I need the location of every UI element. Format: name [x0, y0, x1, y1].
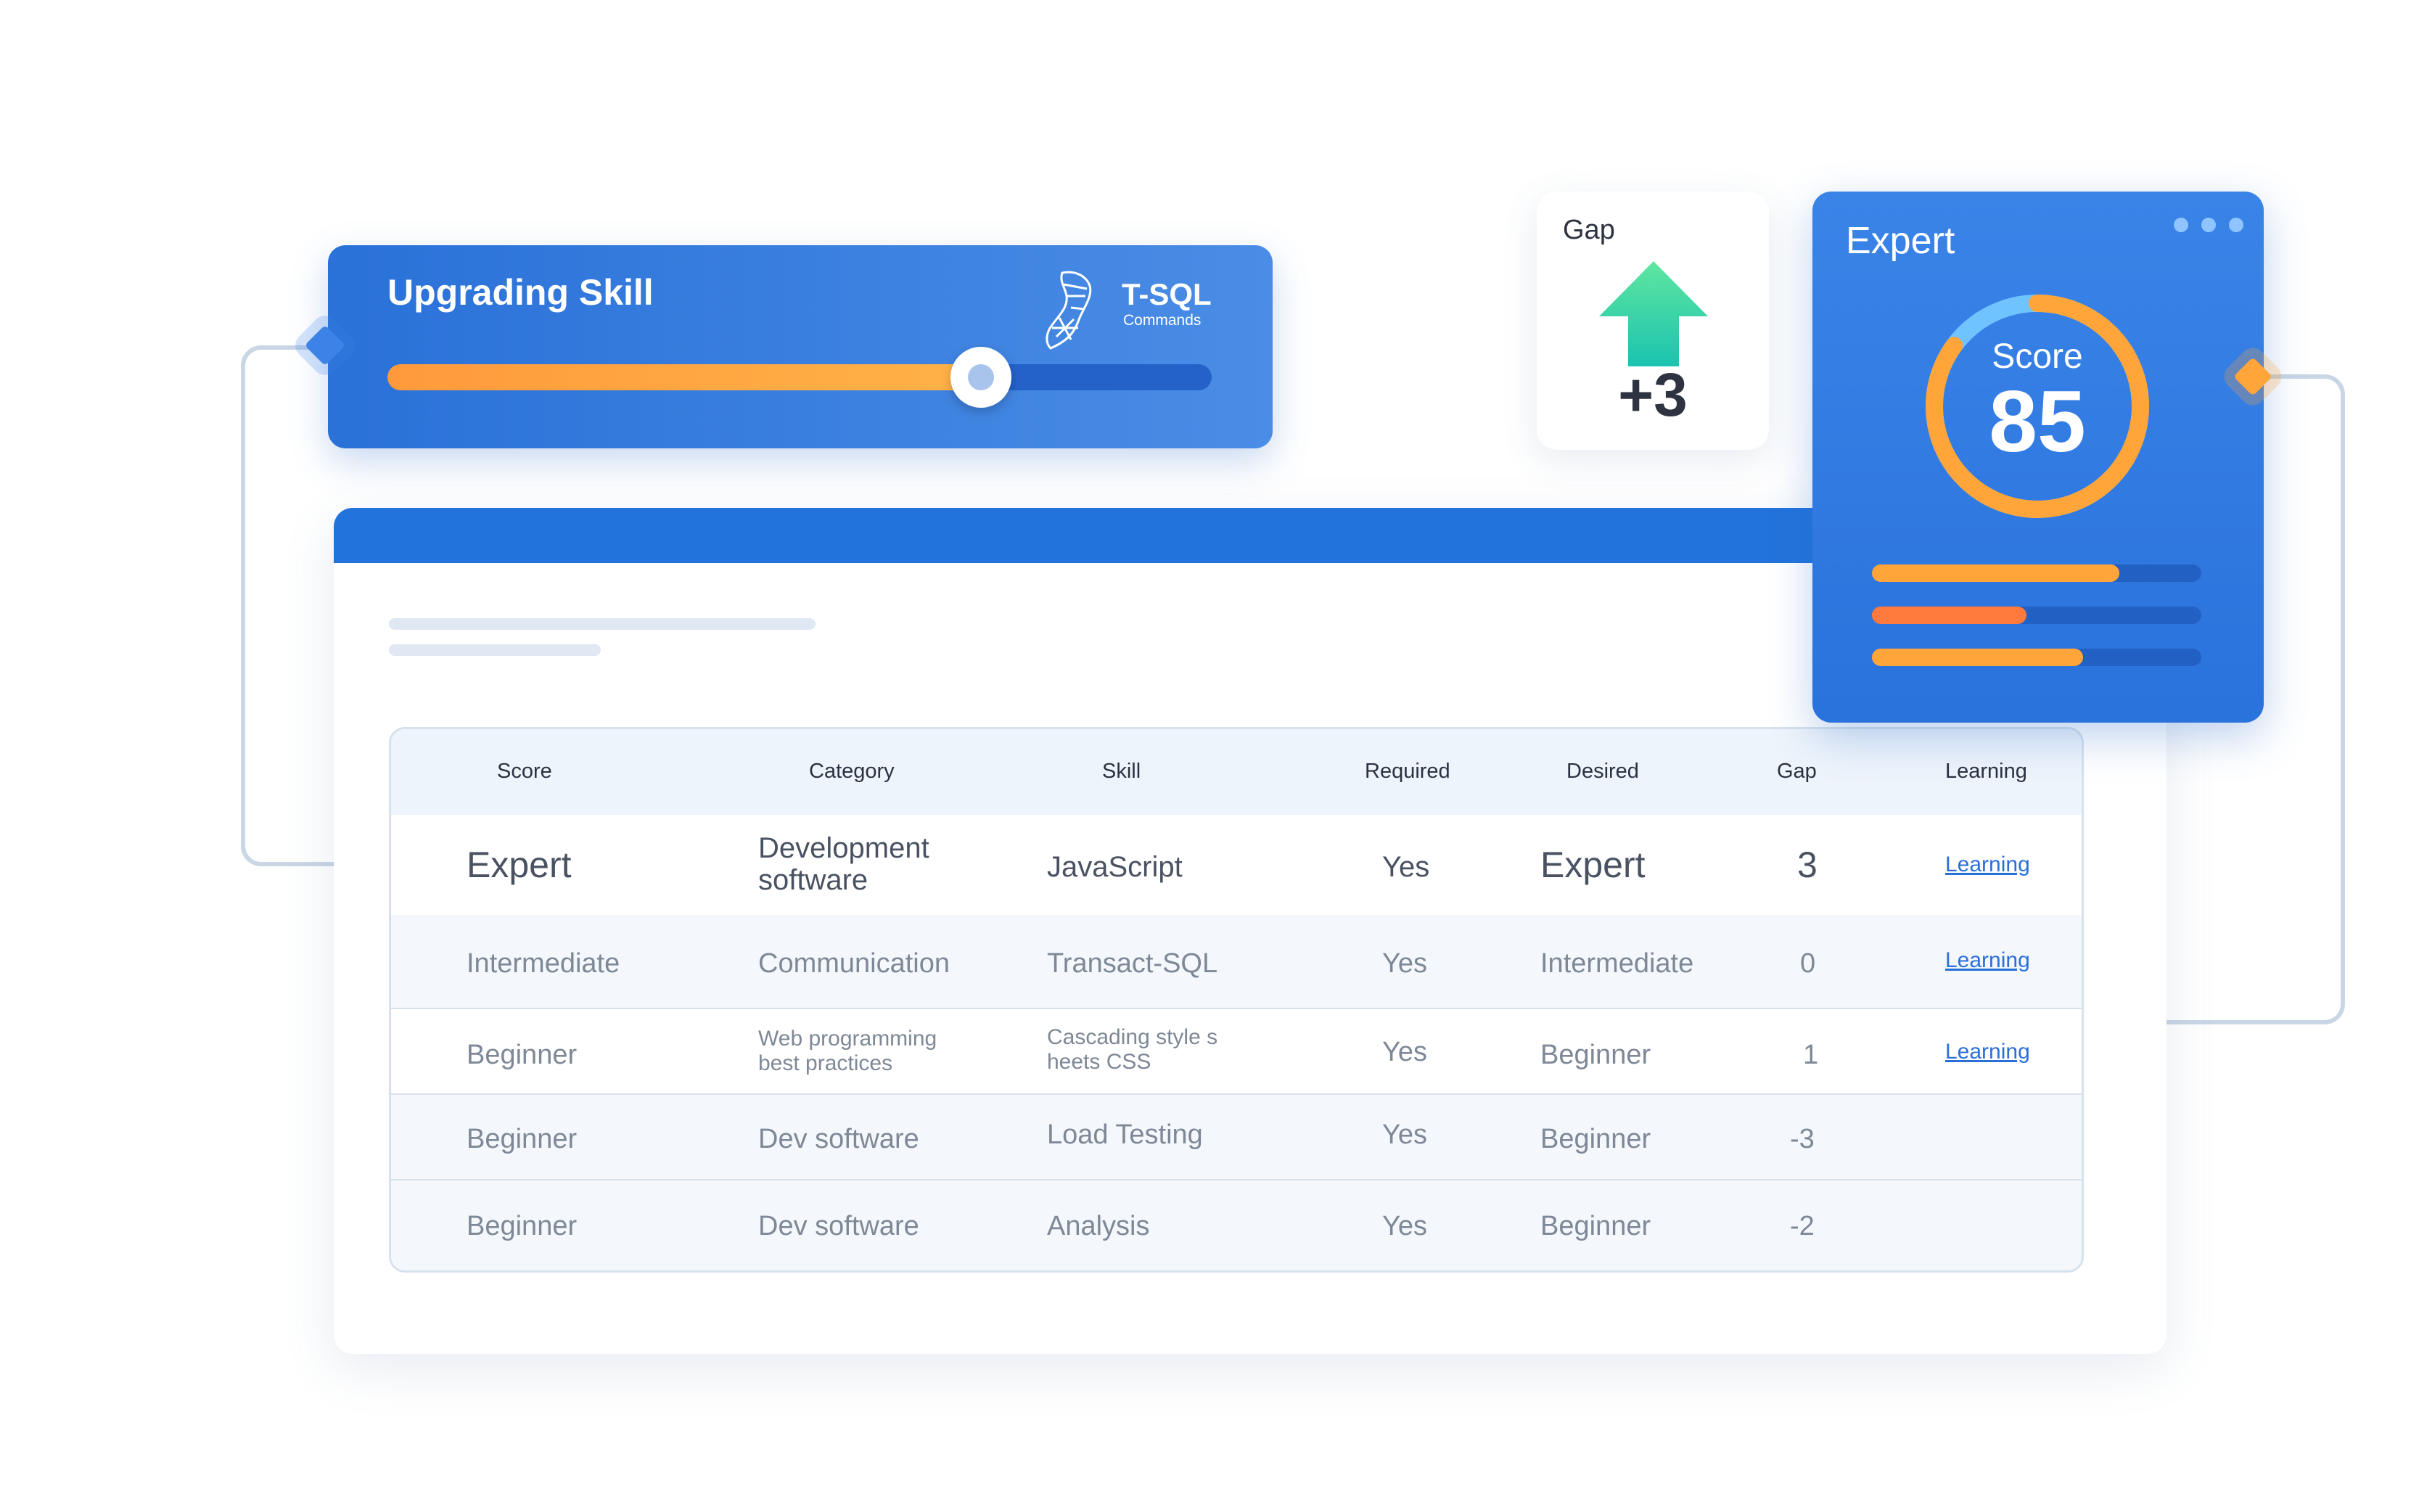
cell-desired: Beginner: [1540, 1040, 1651, 1070]
score-value: 85: [1989, 373, 2086, 470]
cell-required: Yes: [1382, 1119, 1427, 1150]
gap-card: Gap +3: [1537, 192, 1769, 450]
slider-fill: [387, 364, 981, 390]
score-bar-fill: [1872, 564, 2119, 582]
cell-required: Yes: [1382, 948, 1427, 979]
skill-card-title: Upgrading Skill: [387, 272, 654, 313]
score-bar-fill: [1872, 607, 2027, 624]
table-row: Beginner Dev software Load Testing Yes B…: [391, 1093, 2082, 1180]
gap-value: +3: [1618, 361, 1688, 429]
cell-score: Beginner: [467, 1211, 578, 1241]
header-desired: Desired: [1566, 760, 1639, 783]
learning-link[interactable]: Learning: [1945, 948, 2030, 973]
cell-category: Dev software: [758, 1211, 919, 1241]
table-row: Beginner Dev software Analysis Yes Begin…: [391, 1179, 2082, 1270]
score-gauge: Score 85: [1921, 290, 2153, 522]
cell-score: Beginner: [467, 1124, 578, 1154]
upgrading-skill-card: Upgrading Skill T-SQL Commands: [328, 245, 1273, 448]
header-learning: Learning: [1945, 760, 2027, 783]
table-header: Score Category Skill Required Desired Ga…: [391, 729, 2082, 815]
arrow-up-icon: [1599, 261, 1708, 366]
cell-gap: 1: [1803, 1040, 1819, 1070]
placeholder-line: [389, 618, 816, 630]
cell-gap: 3: [1797, 845, 1818, 885]
cell-category: Development software: [758, 832, 929, 896]
table-row: Expert Development software JavaScript Ye…: [391, 815, 2082, 915]
score-bar: [1872, 607, 2201, 624]
cell-required: Yes: [1382, 1211, 1427, 1241]
learning-link[interactable]: Learning: [1945, 1040, 2030, 1064]
cell-desired: Intermediate: [1540, 948, 1694, 979]
cell-required: Yes: [1382, 851, 1430, 883]
header-score: Score: [497, 760, 552, 783]
header-required: Required: [1365, 760, 1450, 783]
skill-slider[interactable]: [387, 347, 1212, 408]
cell-score: Intermediate: [467, 948, 620, 979]
cell-score: Beginner: [467, 1040, 578, 1070]
cell-category: Dev software: [758, 1124, 919, 1154]
logo-subtext: Commands: [1123, 312, 1202, 329]
gap-label: Gap: [1563, 215, 1615, 245]
cell-category: Communication: [758, 948, 950, 979]
learning-link[interactable]: Learning: [1945, 852, 2030, 877]
header-skill: Skill: [1102, 760, 1141, 783]
expert-score-card: Expert Score 85: [1812, 192, 2264, 723]
logo-text: T-SQL: [1122, 277, 1212, 311]
score-bar: [1872, 649, 2201, 666]
cell-skill: Analysis: [1047, 1211, 1150, 1241]
cell-skill: Cascading style s heets CSS: [1047, 1025, 1218, 1074]
table-row: Intermediate Communication Transact-SQL …: [391, 915, 2082, 1008]
cell-required: Yes: [1382, 1037, 1427, 1067]
cell-desired: Beginner: [1540, 1124, 1651, 1154]
cell-desired: Expert: [1540, 845, 1646, 885]
cell-score: Expert: [467, 845, 572, 885]
sql-server-icon: [1046, 271, 1092, 350]
cell-skill: JavaScript: [1047, 851, 1183, 883]
score-bar: [1872, 564, 2201, 582]
score-bar-fill: [1872, 649, 2083, 666]
expert-title: Expert: [1846, 220, 1955, 262]
cell-skill: Load Testing: [1047, 1119, 1203, 1150]
table-row: Beginner Web programming best practices C…: [391, 1008, 2082, 1095]
cell-gap: -2: [1790, 1211, 1815, 1241]
cell-gap: 0: [1800, 948, 1816, 979]
slider-handle[interactable]: [950, 347, 1011, 408]
left-connector-line: [241, 345, 337, 866]
cell-gap: -3: [1790, 1124, 1815, 1154]
score-label: Score: [1992, 337, 2083, 376]
cell-skill: Transact-SQL: [1047, 948, 1218, 979]
header-category: Category: [809, 760, 895, 783]
tsql-logo: T-SQL Commands: [1042, 267, 1223, 354]
cell-category: Web programming best practices: [758, 1027, 937, 1075]
cell-desired: Beginner: [1540, 1211, 1651, 1241]
header-gap: Gap: [1777, 760, 1817, 783]
placeholder-line: [389, 644, 601, 656]
skills-table: Score Category Skill Required Desired Ga…: [389, 727, 2084, 1273]
